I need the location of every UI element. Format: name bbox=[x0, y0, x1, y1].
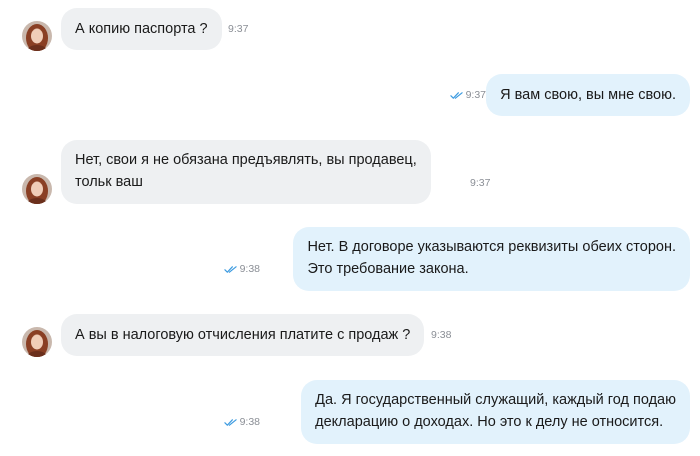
message-time: 9:37 bbox=[470, 177, 491, 189]
message-text-line: декларацию о доходах. Но это к делу не о… bbox=[315, 414, 664, 430]
message-time: 9:37 bbox=[465, 89, 486, 101]
message-status: 9:38 bbox=[224, 263, 260, 275]
incoming-message-bubble[interactable]: А вы в налоговую отчисления платите с пр… bbox=[61, 314, 425, 356]
message-text-line: Нет. В договоре указываются реквизиты об… bbox=[307, 239, 676, 255]
message-text-line: Да. Я государственный служащий, каждый г… bbox=[315, 392, 676, 408]
message-text: Я вам свою, вы мне свою. bbox=[500, 87, 676, 103]
message-time: 9:38 bbox=[239, 416, 260, 428]
contact-avatar[interactable] bbox=[22, 174, 52, 204]
message-status: 9:37 bbox=[450, 89, 486, 101]
outgoing-message-bubble[interactable]: Нет. В договоре указываются реквизиты об… bbox=[293, 227, 690, 291]
message-text-line: Нет, свои я не обязана предъявлять, вы п… bbox=[75, 152, 417, 168]
incoming-message-bubble[interactable]: А копию паспорта ? bbox=[61, 8, 222, 50]
message-text-line: тольк ваш bbox=[75, 174, 143, 190]
message-text-line: Это требование закона. bbox=[307, 261, 469, 277]
double-check-icon bbox=[224, 418, 237, 427]
incoming-message-bubble[interactable]: Нет, свои я не обязана предъявлять, вы п… bbox=[61, 140, 431, 204]
message-time: 9:37 bbox=[228, 23, 249, 35]
double-check-icon bbox=[224, 265, 237, 274]
message-text: А копию паспорта ? bbox=[75, 21, 208, 37]
message-time: 9:38 bbox=[239, 263, 260, 275]
message-status: 9:38 bbox=[224, 416, 260, 428]
double-check-icon bbox=[450, 91, 463, 100]
message-text: А вы в налоговую отчисления платите с пр… bbox=[75, 327, 411, 343]
outgoing-message-bubble[interactable]: Да. Я государственный служащий, каждый г… bbox=[301, 380, 690, 444]
contact-avatar[interactable] bbox=[22, 327, 52, 357]
message-time: 9:38 bbox=[431, 329, 452, 341]
contact-avatar[interactable] bbox=[22, 21, 52, 51]
chat-thread: А копию паспорта ? 9:37 9:37 Я вам свою,… bbox=[0, 0, 700, 456]
outgoing-message-bubble[interactable]: Я вам свою, вы мне свою. bbox=[486, 74, 690, 116]
